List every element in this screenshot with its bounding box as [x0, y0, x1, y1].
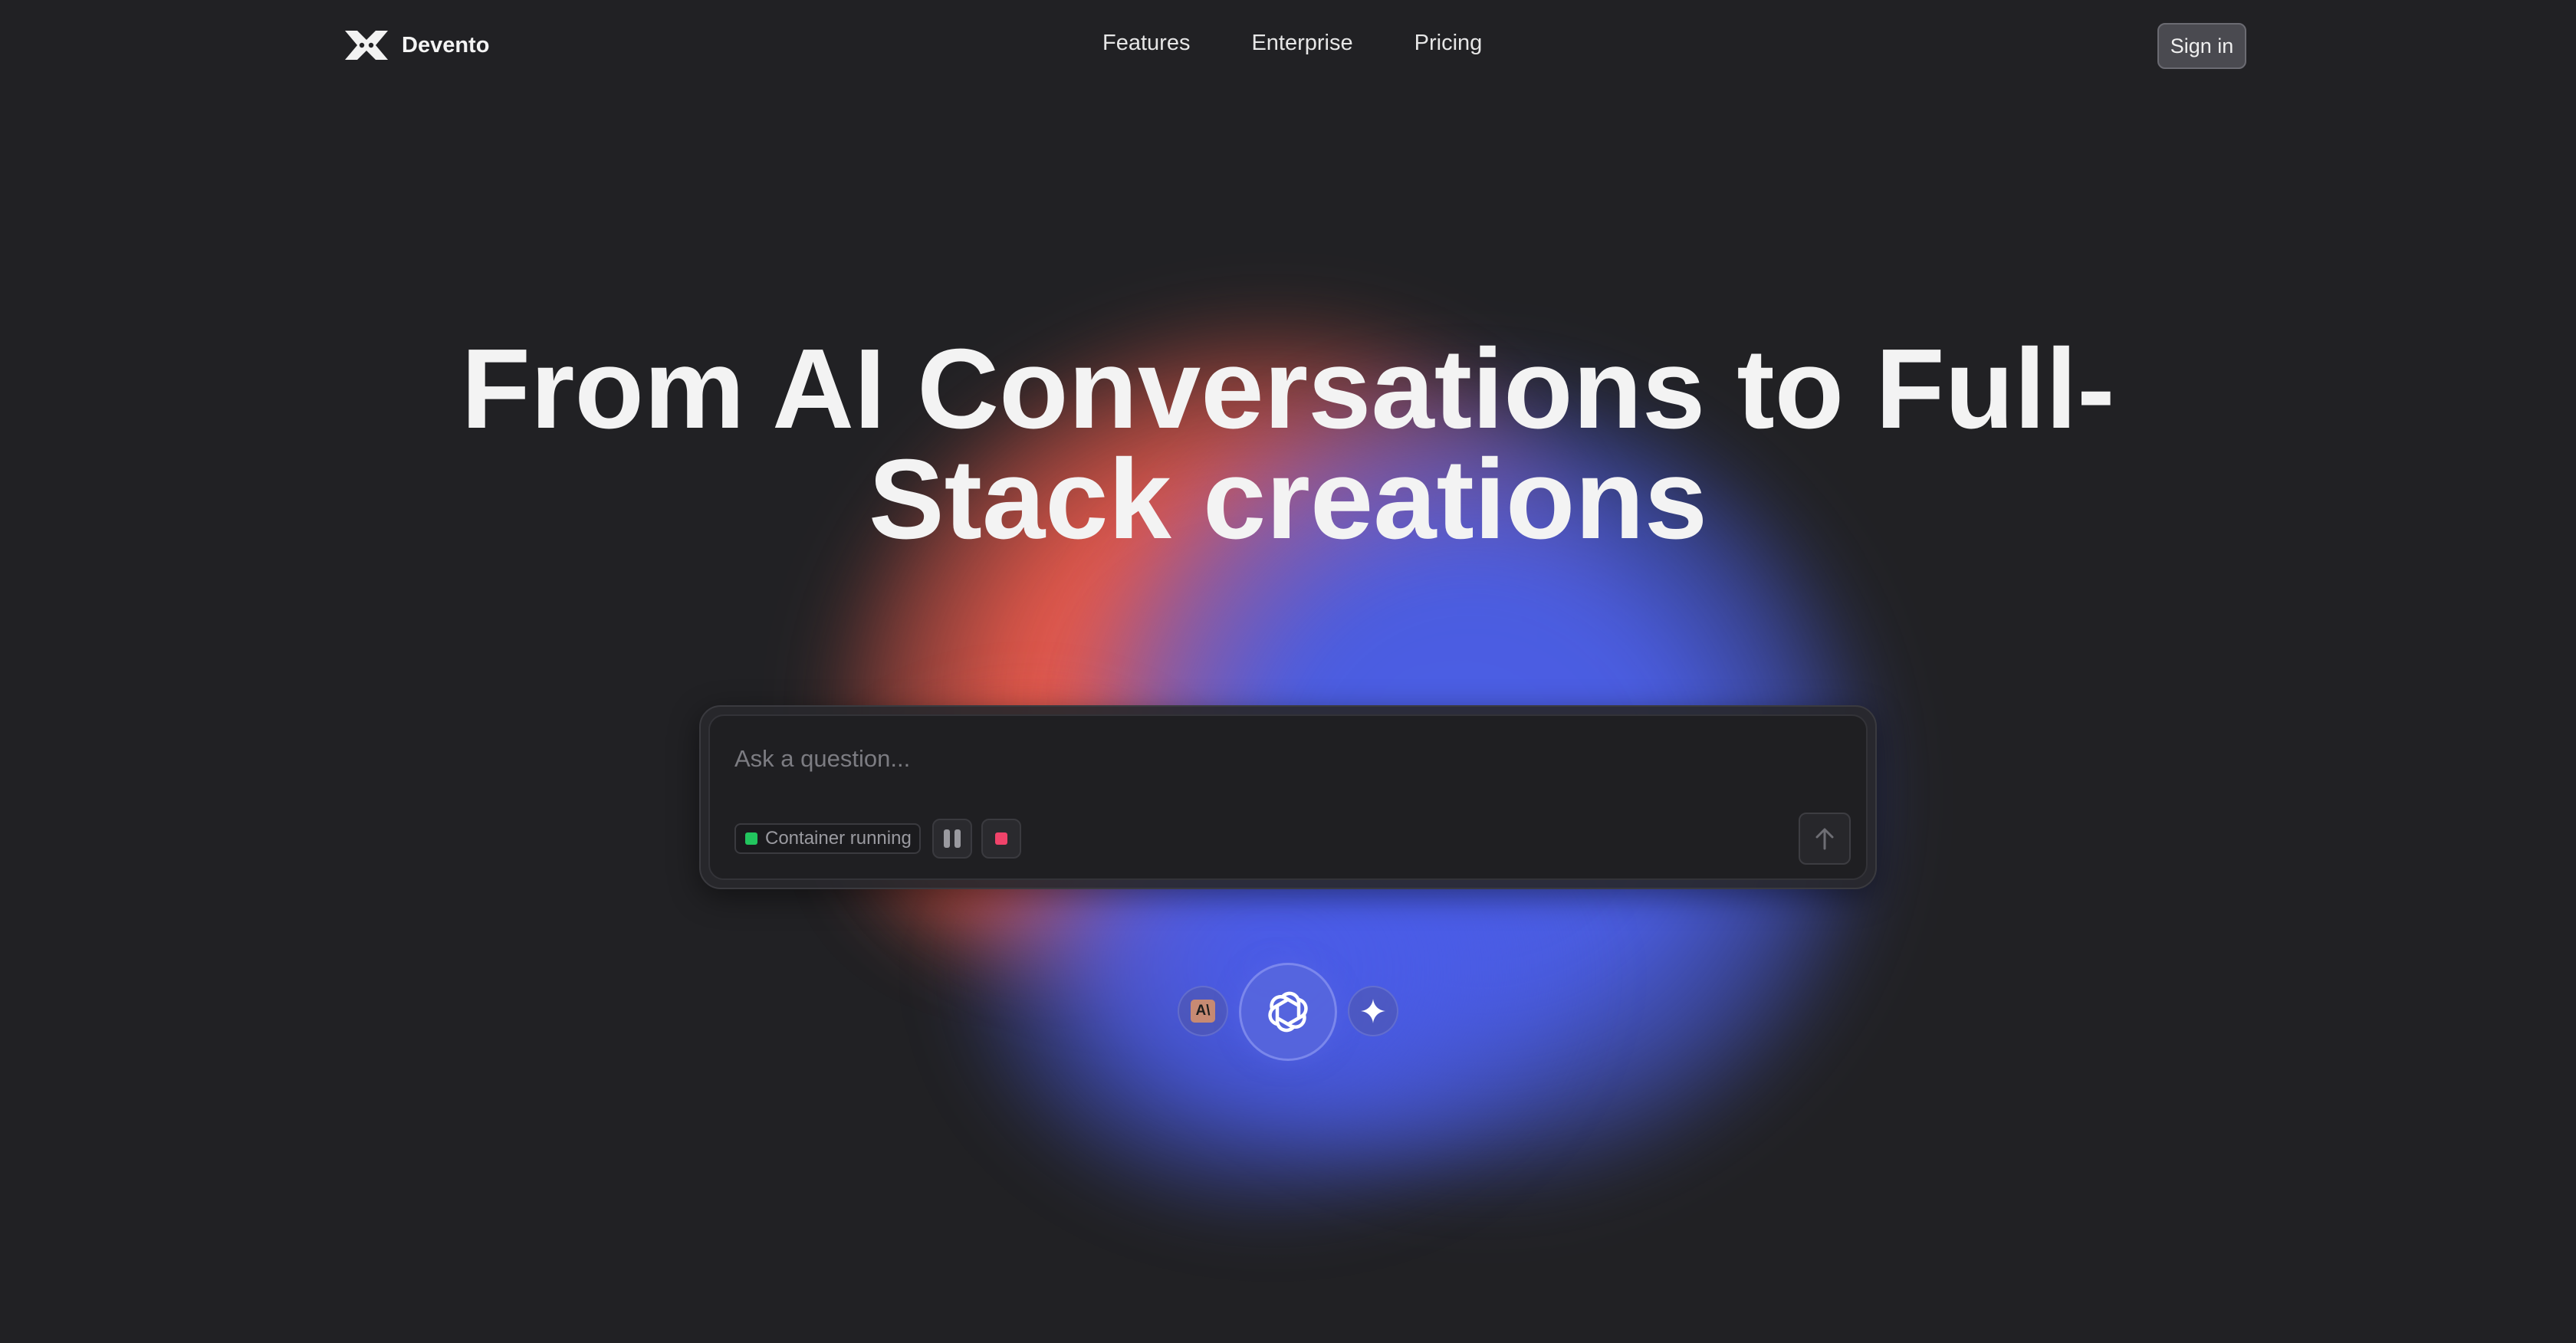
stop-container-button[interactable]: [981, 819, 1021, 859]
hero-title-line2: Stack creations: [868, 436, 1708, 563]
nav-link-enterprise[interactable]: Enterprise: [1251, 31, 1352, 56]
landing-page: Devento Features Enterprise Pricing Sign…: [0, 0, 2576, 1343]
prompt-box-inner: Container running: [708, 714, 1868, 880]
sign-in-button[interactable]: Sign in: [2157, 23, 2246, 69]
model-anthropic-button[interactable]: A\: [1178, 986, 1228, 1036]
brand-link[interactable]: Devento: [342, 28, 489, 63]
pause-icon: [944, 829, 961, 848]
container-status-badge: Container running: [734, 823, 921, 854]
model-gemini-button[interactable]: [1348, 986, 1398, 1036]
background-vignette: [0, 0, 2576, 1343]
main-nav: Features Enterprise Pricing: [1102, 31, 1482, 56]
send-button[interactable]: [1799, 813, 1851, 865]
devento-logo-icon: [345, 31, 388, 60]
model-selector: A\: [0, 963, 2576, 1062]
site-header: Devento Features Enterprise Pricing Sign…: [0, 0, 2576, 92]
brand-name: Devento: [402, 32, 490, 57]
gemini-sparkle-icon: [1361, 999, 1385, 1023]
status-indicator-icon: [745, 832, 757, 845]
hero-title-line1: From AI Conversations to Full-: [461, 326, 2115, 452]
pause-container-button[interactable]: [932, 819, 972, 859]
container-status-label: Container running: [765, 828, 912, 849]
model-openai-button[interactable]: [1239, 963, 1337, 1061]
stop-icon: [995, 832, 1007, 845]
question-input[interactable]: [733, 739, 1733, 779]
arrow-up-icon: [1815, 828, 1834, 850]
nav-link-features[interactable]: Features: [1102, 31, 1190, 56]
hero-title: From AI Conversations to Full- Stack cre…: [291, 333, 2285, 557]
prompt-box: Container running: [699, 705, 1877, 889]
nav-link-pricing[interactable]: Pricing: [1414, 31, 1483, 56]
openai-icon: [1268, 991, 1308, 1033]
anthropic-icon: A\: [1191, 1000, 1215, 1023]
